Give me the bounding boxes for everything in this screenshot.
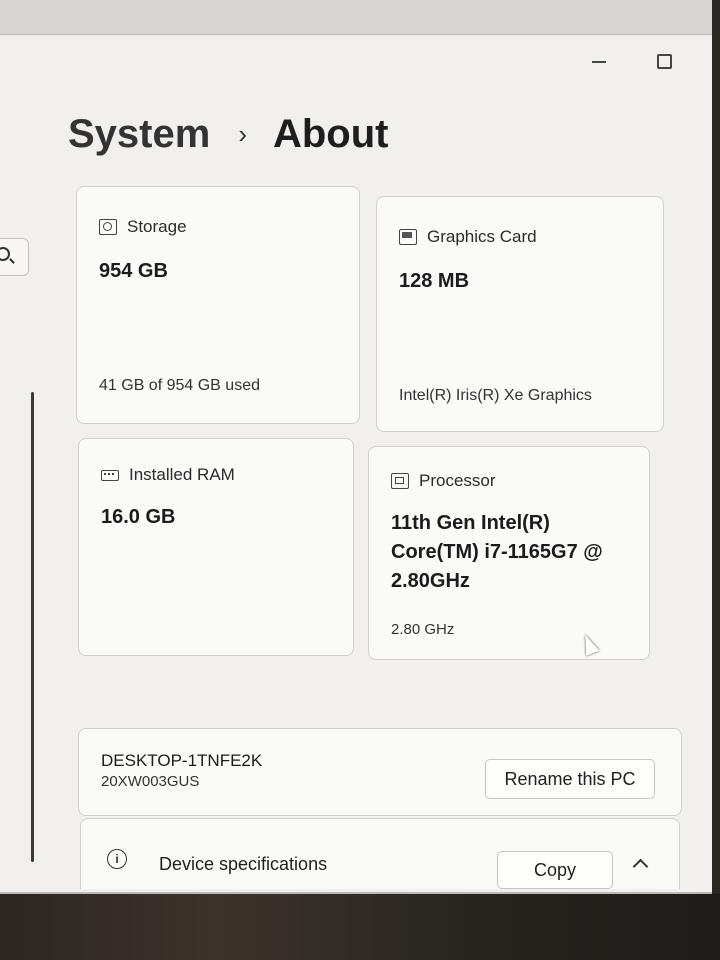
breadcrumb-system-link[interactable]: System — [68, 112, 210, 157]
device-specifications-label: Device specifications — [159, 854, 328, 874]
processor-icon — [391, 473, 409, 489]
desk-background — [0, 894, 720, 960]
storage-card[interactable]: Storage 954 GB 41 GB of 954 GB used — [76, 186, 360, 424]
ram-value: 16.0 GB — [101, 506, 176, 528]
processor-name-line: Core(TM) i7-1165G7 @ — [391, 541, 603, 563]
installed-ram-card[interactable]: Installed RAM 16.0 GB — [78, 438, 354, 656]
minimize-button[interactable] — [588, 50, 610, 72]
rename-pc-button[interactable]: Rename this PC — [485, 759, 655, 799]
graphics-memory-value: 128 MB — [399, 270, 470, 292]
processor-label: Processor — [419, 471, 496, 490]
storage-usage: 41 GB of 954 GB used — [99, 377, 260, 394]
window-top-strip — [0, 0, 712, 35]
search-icon — [0, 247, 10, 261]
sidebar-scrollbar[interactable] — [31, 392, 34, 862]
graphics-card-card[interactable]: Graphics Card 128 MB Intel(R) Iris(R) Xe… — [376, 196, 664, 432]
copy-button[interactable]: Copy — [497, 851, 613, 889]
maximize-button[interactable] — [652, 50, 674, 72]
page-title: About — [272, 112, 389, 156]
ram-icon — [101, 469, 119, 481]
settings-window: System › About Storage 954 GB 41 GB of 9… — [0, 0, 712, 894]
processor-name: 11th Gen Intel(R) Core(TM) i7-1165G7 @ 2… — [391, 509, 603, 596]
chevron-right-icon: › — [238, 119, 247, 149]
ram-card-header: Installed RAM — [101, 465, 235, 485]
processor-name-line: 2.80GHz — [391, 570, 470, 592]
processor-name-line: 11th Gen Intel(R) — [391, 512, 550, 534]
processor-card-header: Processor — [391, 471, 496, 491]
processor-card[interactable]: Processor 11th Gen Intel(R) Core(TM) i7-… — [368, 446, 650, 660]
graphics-card-header: Graphics Card — [399, 227, 537, 247]
sidebar-search-button[interactable] — [0, 238, 29, 276]
storage-card-header: Storage — [99, 217, 187, 237]
graphics-card-icon — [399, 229, 417, 245]
ram-label: Installed RAM — [129, 465, 235, 484]
storage-label: Storage — [127, 217, 187, 236]
device-specifications-section[interactable]: i Device specifications Copy — [80, 818, 680, 889]
storage-icon — [99, 219, 117, 235]
breadcrumb: System › About — [68, 112, 389, 157]
device-model: 20XW003GUS — [101, 773, 200, 790]
storage-value: 954 GB — [99, 260, 168, 282]
info-icon: i — [107, 849, 127, 869]
graphics-adapter-name: Intel(R) Iris(R) Xe Graphics — [399, 387, 592, 404]
chevron-up-icon[interactable] — [632, 858, 649, 875]
graphics-card-label: Graphics Card — [427, 227, 537, 246]
device-name-card: DESKTOP-1TNFE2K 20XW003GUS Rename this P… — [78, 728, 682, 816]
device-name: DESKTOP-1TNFE2K — [101, 751, 263, 770]
processor-speed: 2.80 GHz — [391, 621, 455, 638]
